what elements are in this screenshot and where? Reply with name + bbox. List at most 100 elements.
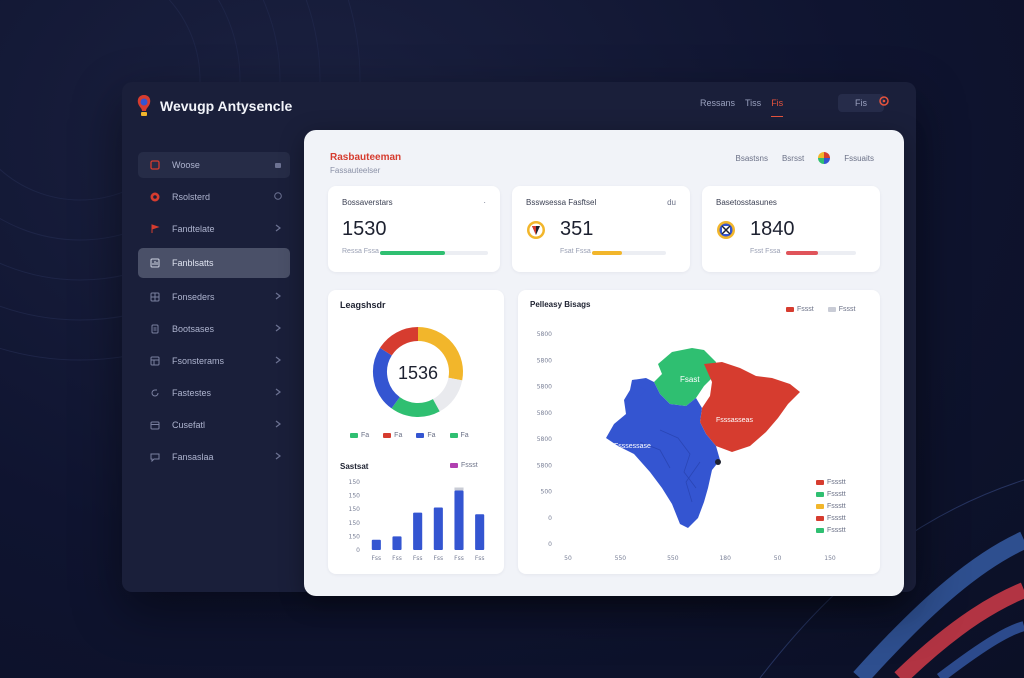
bar-chart-legend: Fssst bbox=[450, 462, 478, 469]
bar-chart[interactable]: 0 150 150 150 150 150 Fss Fss Fss Fss Fss Fss bbox=[338, 476, 498, 568]
x-tick-label: 550 bbox=[667, 555, 679, 562]
top-nav-link[interactable]: Tiss bbox=[745, 98, 761, 117]
y-tick-label: 5800 bbox=[537, 436, 552, 443]
kpi-card[interactable]: Bsswsessa Fasftsel du 351 Fsat Fssa bbox=[512, 186, 690, 272]
avatar[interactable] bbox=[818, 152, 831, 164]
kpi-value: 1840 bbox=[750, 218, 795, 240]
donut-title: Leagshsdr bbox=[340, 300, 386, 310]
x-tick-label: 550 bbox=[615, 555, 627, 562]
y-tick-label: 150 bbox=[349, 533, 361, 540]
region-map[interactable]: Fsast Fsssasseas Fsssessase bbox=[600, 342, 810, 532]
sidebar-item-label: Fastestes bbox=[172, 388, 212, 398]
sidebar-item-rsolsterd[interactable]: Rsolsterd bbox=[138, 184, 290, 210]
sidebar-item-fsonsterams[interactable]: Fsonsterams bbox=[138, 348, 290, 374]
y-tick-label: 5800 bbox=[537, 384, 552, 391]
kpi-sub: Fsst Fssa bbox=[750, 248, 781, 255]
sidebar-item-woose[interactable]: Woose bbox=[138, 152, 290, 178]
legend-item: Fssstt bbox=[816, 500, 846, 512]
donut-center-value: 1536 bbox=[398, 363, 438, 383]
legend-swatch bbox=[350, 432, 358, 438]
header-action-link[interactable]: Bsastsns bbox=[736, 154, 768, 163]
legend-label: Fssstt bbox=[827, 526, 846, 534]
shield-icon bbox=[150, 192, 160, 202]
kpi-card[interactable]: Basetosstasunes 1840 Fsst Fssa bbox=[702, 186, 880, 272]
sidebar-item-fansaslaa[interactable]: Fansaslaa bbox=[138, 444, 290, 470]
chevron-right-icon bbox=[275, 356, 281, 364]
legend-swatch bbox=[383, 432, 392, 438]
app-logo[interactable]: Wevugp Antysencle bbox=[136, 94, 292, 118]
kpi-value: 1530 bbox=[342, 218, 387, 240]
legend-label: Fssst bbox=[461, 462, 478, 469]
kpi-label: Bossaverstars bbox=[342, 198, 393, 207]
kpi-sub: Ressa Fssa bbox=[342, 248, 379, 255]
sidebar-item-label: Fansaslaa bbox=[172, 452, 214, 462]
map-label-north: Fsast bbox=[680, 375, 700, 384]
table-icon bbox=[150, 356, 160, 366]
x-tick-label: Fss bbox=[392, 555, 402, 562]
legend-label: Fa bbox=[361, 432, 370, 439]
page-title: Rasbauteeman bbox=[330, 152, 402, 163]
info-icon bbox=[274, 192, 282, 200]
donut-segment bbox=[432, 377, 463, 412]
y-tick-label: 0 bbox=[548, 541, 552, 548]
y-tick-label: 0 bbox=[356, 547, 360, 554]
calendar-icon bbox=[150, 421, 160, 430]
legend-swatch bbox=[816, 503, 824, 509]
y-tick-label: 5800 bbox=[537, 462, 552, 469]
legend-swatch bbox=[816, 527, 824, 533]
sidebar-item-fonseders[interactable]: Fonseders bbox=[138, 284, 290, 310]
bar bbox=[392, 536, 402, 550]
sidebar-item-fandtelate[interactable]: Fandtelate bbox=[138, 216, 290, 242]
sidebar: Woose Rsolsterd Fandtelate Fanblsatts Fo… bbox=[138, 152, 290, 476]
kpi-label: Bsswsessa Fasftsel bbox=[526, 198, 597, 207]
lock-icon bbox=[275, 163, 281, 168]
team-crest-icon bbox=[717, 221, 735, 239]
x-tick-label: Fss bbox=[454, 555, 464, 562]
donut-segment bbox=[380, 327, 419, 356]
donut-segment bbox=[373, 347, 401, 409]
bar bbox=[433, 507, 443, 550]
map-marker[interactable] bbox=[715, 459, 721, 465]
legend-label: Fssstt bbox=[827, 490, 846, 498]
kpi-progress bbox=[786, 251, 856, 255]
location-pin-icon[interactable] bbox=[878, 96, 890, 108]
sidebar-item-label: Bootsases bbox=[172, 324, 215, 334]
bar bbox=[371, 539, 381, 550]
team-crest-icon bbox=[527, 221, 545, 239]
legend-item: Fssstt bbox=[816, 524, 846, 536]
top-nav-link-active[interactable]: Fis bbox=[771, 98, 784, 117]
top-nav-link[interactable]: Ressans bbox=[700, 98, 735, 117]
chart-icon bbox=[150, 258, 160, 268]
chevron-right-icon bbox=[275, 224, 281, 232]
sidebar-item-bootsases[interactable]: Bootsases bbox=[138, 316, 290, 342]
sidebar-item-fanblsatts[interactable]: Fanblsatts bbox=[138, 248, 290, 278]
kpi-sub: Fsat Fssa bbox=[560, 248, 591, 255]
legend-swatch bbox=[816, 491, 824, 497]
bar-cap bbox=[454, 487, 464, 491]
donut-chart[interactable]: 1536 bbox=[368, 322, 468, 422]
sidebar-item-label: Woose bbox=[172, 160, 200, 170]
sidebar-item-label: Fsonsterams bbox=[172, 356, 225, 366]
x-tick-label: 50 bbox=[564, 555, 572, 562]
legend-item: Fssst bbox=[450, 462, 478, 469]
x-tick-label: Fss bbox=[413, 555, 423, 562]
page-subtitle: Fassauteelser bbox=[330, 166, 381, 175]
map-region-west[interactable] bbox=[606, 378, 720, 528]
kpi-progress bbox=[380, 251, 488, 255]
sidebar-item-cusefatl[interactable]: Cusefatl bbox=[138, 412, 290, 438]
kpi-extra: du bbox=[667, 198, 676, 207]
legend-label: Fa bbox=[460, 432, 469, 439]
map-region-east[interactable] bbox=[700, 362, 800, 452]
header-user-name[interactable]: Fssuaits bbox=[844, 154, 874, 163]
legend-swatch bbox=[449, 432, 458, 438]
bar bbox=[454, 490, 464, 550]
legend-item: Fssstt bbox=[816, 488, 846, 500]
donut-segment bbox=[391, 396, 440, 417]
header-action-link[interactable]: Bsrsst bbox=[782, 154, 804, 163]
legend-label: Fssstt bbox=[827, 478, 846, 486]
legend-item: Fa bbox=[416, 432, 436, 439]
donut-bar-card: Leagshsdr 1536 Fa Fa Fa Fa Sastsat Fssst… bbox=[328, 290, 504, 574]
chevron-right-icon bbox=[275, 324, 281, 332]
kpi-card[interactable]: Bossaverstars · 1530 Ressa Fssa bbox=[328, 186, 500, 272]
sidebar-item-fastestes[interactable]: Fastestes bbox=[138, 380, 290, 406]
